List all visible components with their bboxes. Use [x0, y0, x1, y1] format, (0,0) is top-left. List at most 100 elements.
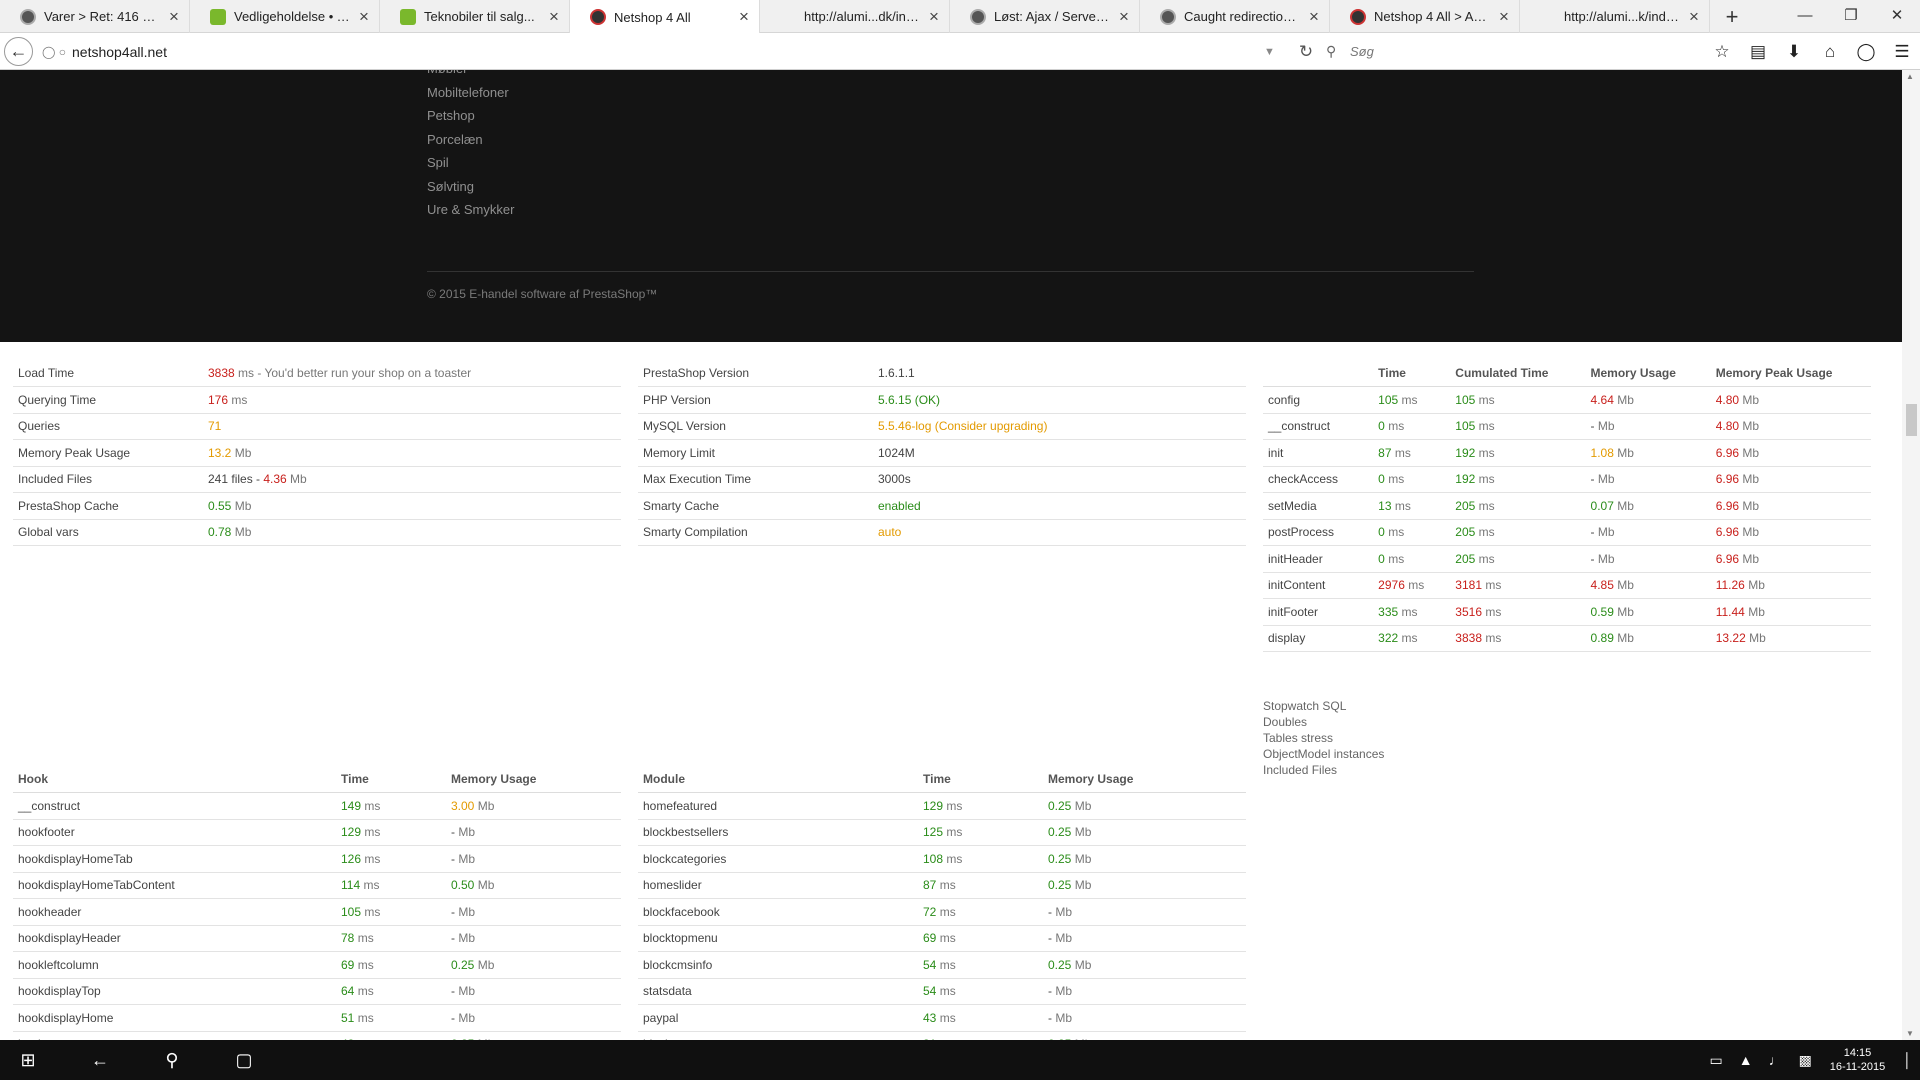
history-dropdown-icon[interactable]: ▼ [1264, 46, 1286, 58]
close-tab-icon[interactable]: × [1687, 7, 1701, 27]
row-label: hookheader [13, 898, 336, 926]
close-tab-icon[interactable]: × [737, 7, 751, 27]
value-suffix: ms [228, 392, 248, 407]
back-arrow-icon[interactable]: ← [76, 1040, 124, 1080]
cell-value: 114 [341, 878, 361, 893]
value-text: 241 files - [208, 472, 264, 487]
table-cell: - Mb [1043, 1004, 1246, 1032]
cell-unit: ms [363, 878, 380, 893]
cell-unit: ms [946, 851, 963, 866]
table-header-row: Hook Time Memory Usage [13, 766, 621, 793]
close-tab-icon[interactable]: × [1307, 7, 1321, 27]
vertical-scrollbar[interactable]: ▲ ▼ [1902, 70, 1920, 1040]
cell-value: 64 [341, 984, 355, 999]
value-suffix: ms - You'd better run your shop on a toa… [234, 366, 472, 380]
show-desktop-button[interactable]: │ [1895, 1052, 1920, 1068]
debug-section-link[interactable]: Included Files [1263, 762, 1384, 778]
menu-icon[interactable]: ☰ [1884, 42, 1920, 62]
bookmark-star-icon[interactable]: ☆ [1704, 42, 1740, 62]
url-bar[interactable]: ◯ ○ netshop4all.net ▼ ↻ [36, 37, 1326, 66]
debug-section-link[interactable]: Stopwatch SQL [1263, 698, 1384, 714]
value-suffix: Mb [231, 525, 252, 540]
row-value: enabled [873, 492, 1246, 520]
cell-value: 51 [341, 1010, 355, 1025]
footer-category-link[interactable]: Mobiltelefoner [427, 81, 514, 105]
cell-value: 6.96 [1715, 525, 1740, 540]
cell-value: 322 [1378, 631, 1399, 646]
table-cell: 3838 ms [1450, 625, 1586, 652]
cell-unit: ms [1388, 525, 1405, 540]
site-identity-icon[interactable]: ◯ ○ [42, 45, 72, 59]
row-label: blockcart [638, 1031, 918, 1040]
close-window-button[interactable]: ✕ [1874, 0, 1920, 30]
debug-section-link[interactable]: Doubles [1263, 714, 1384, 730]
home-icon[interactable]: ⌂ [1812, 42, 1848, 62]
cell-unit: Mb [1742, 445, 1760, 460]
notifications-icon[interactable]: ▩ [1791, 1052, 1820, 1069]
browser-tab[interactable]: http://alumi...dk/index.php × [760, 0, 950, 33]
close-tab-icon[interactable]: × [927, 7, 941, 27]
row-value: 0.78 Mb [203, 519, 621, 546]
footer-category-link[interactable]: Ure & Smykker [427, 198, 514, 222]
table-row: blockcmsinfo 54 ms 0.25 Mb [638, 951, 1246, 979]
start-icon[interactable]: ⊞ [4, 1040, 52, 1080]
column-header: Time [336, 766, 446, 793]
close-tab-icon[interactable]: × [167, 7, 181, 27]
reading-list-icon[interactable]: ▤ [1740, 42, 1776, 62]
close-tab-icon[interactable]: × [1497, 7, 1511, 27]
minimize-button[interactable]: — [1782, 0, 1828, 30]
task-view-icon[interactable]: ▢ [220, 1040, 268, 1080]
row-value: 1.6.1.1 [873, 360, 1246, 387]
debug-section-link[interactable]: Tables stress [1263, 730, 1384, 746]
table-cell: 114 ms [336, 872, 446, 899]
browser-tab[interactable]: Vedligeholdelse • Tek... × [190, 0, 380, 33]
search-icon[interactable]: ⚲ [148, 1040, 196, 1080]
table-cell: 205 ms [1450, 545, 1586, 573]
close-tab-icon[interactable]: × [357, 7, 371, 27]
cell-unit: ms [939, 904, 956, 919]
footer-category-link[interactable]: Møbler [427, 70, 514, 81]
table-row: Querying Time 176 ms [13, 386, 621, 414]
reload-icon[interactable]: ↻ [1286, 42, 1326, 62]
table-cell: 0.25 Mb [446, 951, 621, 979]
new-tab-button[interactable]: + [1710, 0, 1754, 33]
scrollbar-thumb[interactable] [1906, 404, 1917, 436]
scroll-up-icon[interactable]: ▲ [1906, 72, 1914, 81]
download-icon[interactable]: ⬇ [1776, 42, 1812, 62]
table-cell: 4.85 Mb [1585, 572, 1711, 599]
browser-tab[interactable]: Netshop 4 All × [570, 0, 760, 34]
back-button[interactable]: ← [4, 37, 33, 66]
browser-tab[interactable]: Netshop 4 All > Admi... × [1330, 0, 1520, 33]
volume-icon[interactable]: ♩ [1761, 1052, 1791, 1068]
footer-category-link[interactable]: Petshop [427, 104, 514, 128]
tablet-mode-icon[interactable]: ▭ [1701, 1052, 1730, 1069]
search-bar[interactable]: ⚲ Søg [1326, 37, 1696, 66]
close-tab-icon[interactable]: × [1117, 7, 1131, 27]
table-cell: 105 ms [1450, 413, 1586, 440]
cell-value: 205 [1455, 525, 1476, 540]
clock[interactable]: 14:15 16-11-2015 [1820, 1046, 1895, 1074]
footer-category-link[interactable]: Sølvting [427, 175, 514, 199]
table-cell: 11.26 Mb [1710, 572, 1871, 599]
table-cell: 51 ms [336, 1004, 446, 1032]
table-cell: 3181 ms [1450, 572, 1586, 599]
scroll-down-icon[interactable]: ▼ [1906, 1029, 1914, 1038]
browser-tab[interactable]: Teknobiler til salg... × [380, 0, 570, 33]
search-input[interactable]: Søg [1350, 44, 1374, 59]
browser-tab[interactable]: Varer > Ret: 416 VW T... × [0, 0, 190, 33]
debug-section-link[interactable]: ObjectModel instances [1263, 746, 1384, 762]
browser-tab[interactable]: Løst: Ajax / Server Erro... × [950, 0, 1140, 33]
footer-category-link[interactable]: Spil [427, 151, 514, 175]
maximize-button[interactable]: ❐ [1828, 0, 1874, 30]
cell-unit: ms [357, 984, 374, 999]
browser-tab[interactable]: http://alumi...k/index.php? × [1520, 0, 1710, 33]
wifi-icon[interactable]: ▲ [1731, 1052, 1761, 1068]
browser-tab[interactable]: Caught redirection to ... × [1140, 0, 1330, 33]
close-tab-icon[interactable]: × [547, 7, 561, 27]
chat-icon[interactable]: ◯ [1848, 42, 1884, 62]
cell-unit: ms [1401, 604, 1418, 619]
url-text[interactable]: netshop4all.net [72, 44, 1264, 60]
table-row: config 105 ms 105 ms 4.64 Mb 4.80 Mb [1263, 386, 1871, 414]
footer-category-link[interactable]: Porcelæn [427, 128, 514, 152]
cell-unit: ms [1478, 498, 1495, 513]
